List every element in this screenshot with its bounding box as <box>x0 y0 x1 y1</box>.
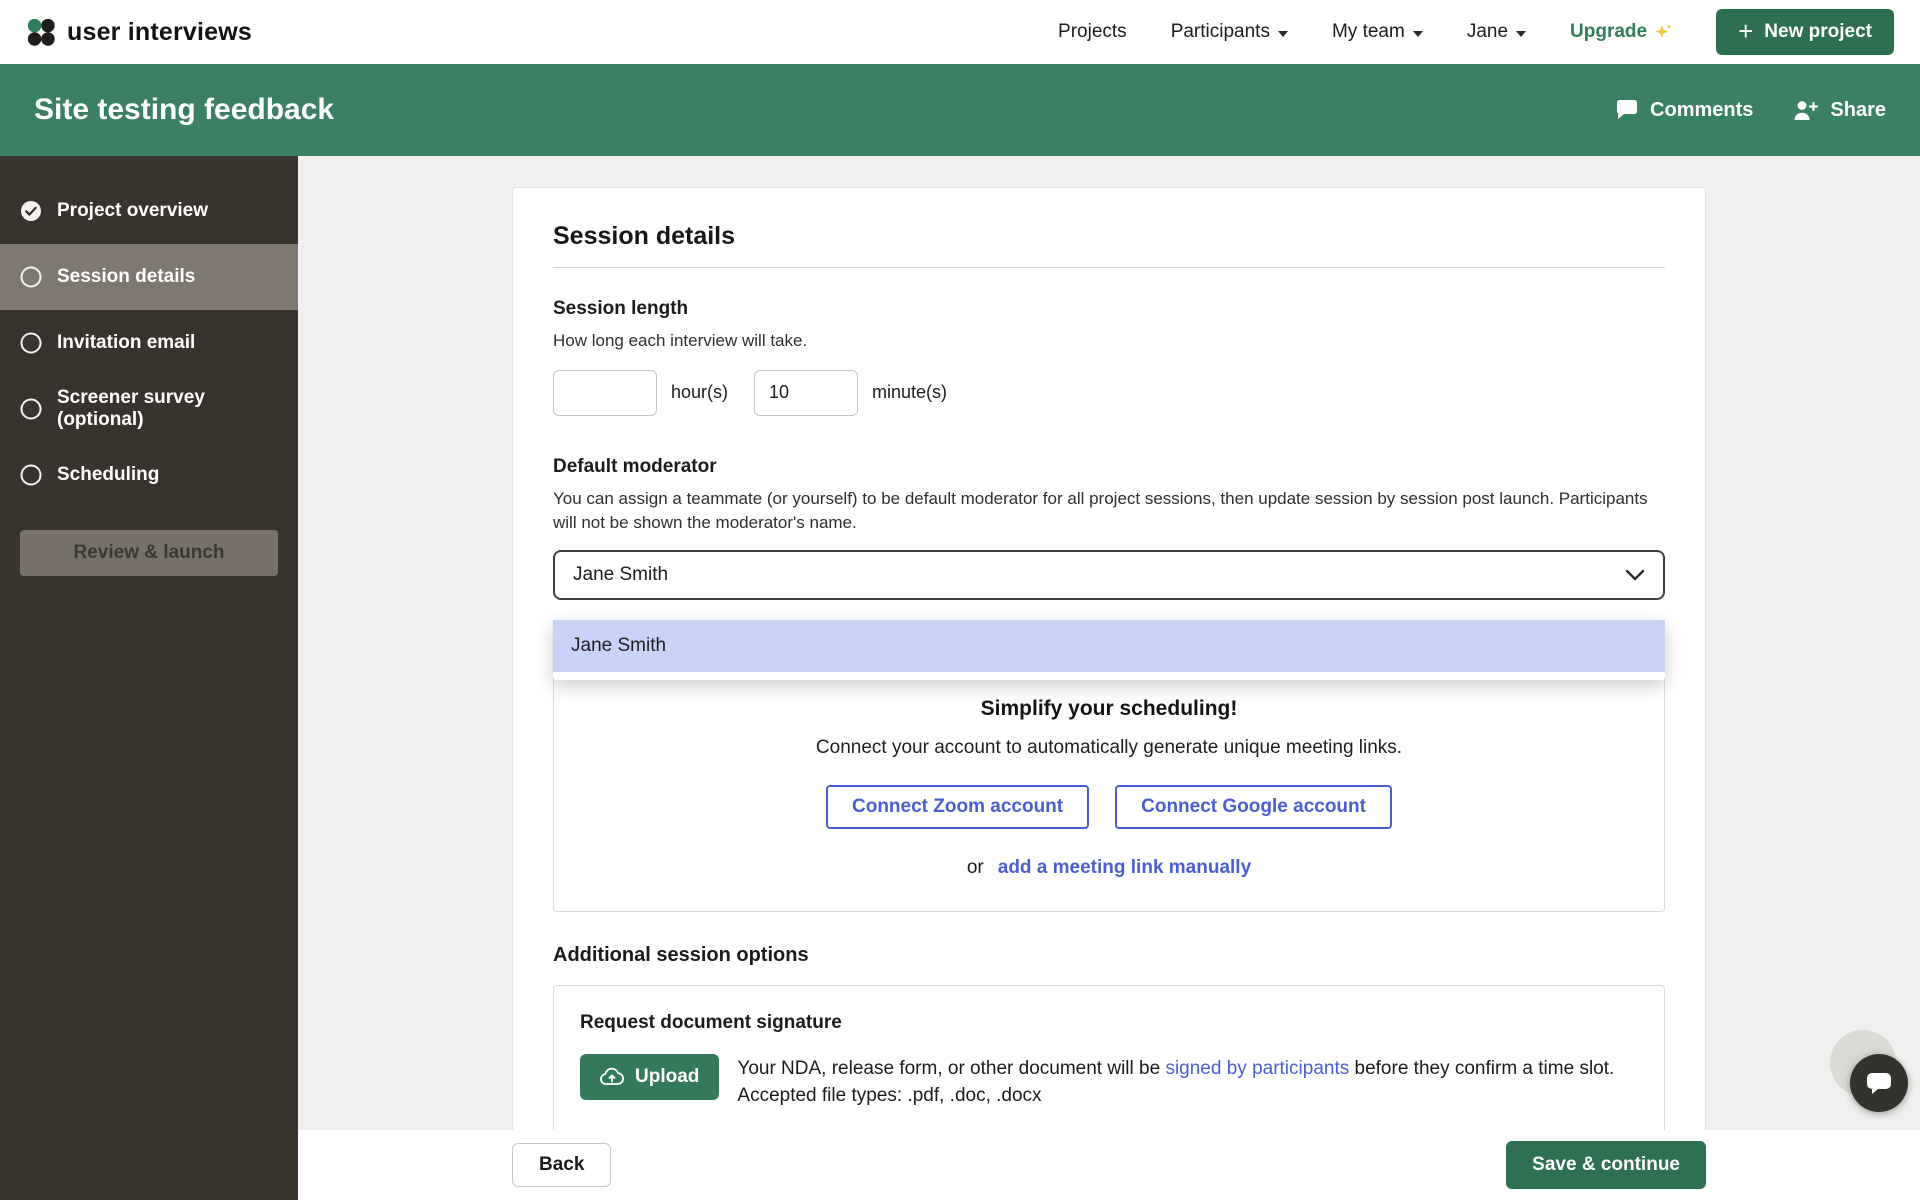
upload-cloud-icon <box>600 1067 624 1086</box>
wizard-sidebar: Project overview Session details Invitat… <box>0 156 298 1200</box>
step-complete-icon <box>20 200 42 222</box>
nav-my-team[interactable]: My team <box>1332 21 1423 43</box>
sidebar-item-label: Screener survey (optional) <box>57 387 278 431</box>
sidebar-item-label: Project overview <box>57 200 208 222</box>
new-project-label: New project <box>1764 21 1872 43</box>
scheduling-description: Connect your account to automatically ge… <box>578 737 1640 759</box>
doc-text-before: Your NDA, release form, or other documen… <box>737 1058 1165 1079</box>
main-content: Session details Session length How long … <box>298 156 1920 1200</box>
nav-projects-label: Projects <box>1058 21 1127 43</box>
upgrade-link[interactable]: Upgrade <box>1570 21 1672 43</box>
review-launch-button[interactable]: Review & launch <box>20 530 278 576</box>
comments-button[interactable]: Comments <box>1615 99 1753 122</box>
or-label: or <box>967 857 984 879</box>
default-moderator-label: Default moderator <box>553 456 1665 478</box>
page-title: Site testing feedback <box>34 93 334 127</box>
document-signature-title: Request document signature <box>580 1012 1638 1034</box>
chat-bubble-icon <box>1864 1070 1894 1096</box>
save-continue-button[interactable]: Save & continue <box>1506 1141 1706 1189</box>
session-length-description: How long each interview will take. <box>553 329 1665 354</box>
nav-projects[interactable]: Projects <box>1058 21 1127 43</box>
sidebar-item-label: Session details <box>57 266 195 288</box>
plus-icon: + <box>1738 18 1753 44</box>
nav-links: Projects Participants My team Jane Upgra… <box>1058 9 1894 55</box>
signed-by-participants-link[interactable]: signed by participants <box>1165 1058 1349 1079</box>
comments-label: Comments <box>1650 99 1753 122</box>
comments-icon <box>1615 99 1639 121</box>
upgrade-label: Upgrade <box>1570 21 1647 43</box>
chevron-down-icon <box>1413 31 1423 37</box>
additional-options-title: Additional session options <box>553 944 1665 967</box>
step-circle-icon <box>20 398 42 420</box>
sidebar-item-session-details[interactable]: Session details <box>0 244 298 310</box>
document-signature-row: Upload Your NDA, release form, or other … <box>580 1054 1638 1110</box>
moderator-select[interactable]: Jane Smith <box>553 550 1665 600</box>
session-details-card: Session details Session length How long … <box>512 187 1706 1184</box>
moderator-option-jane-smith[interactable]: Jane Smith <box>553 620 1665 672</box>
sidebar-item-screener-survey[interactable]: Screener survey (optional) <box>0 376 298 442</box>
minutes-unit-label: minute(s) <box>872 382 947 403</box>
chat-widget-button[interactable] <box>1850 1054 1908 1112</box>
share-person-add-icon <box>1793 99 1819 121</box>
new-project-button[interactable]: + New project <box>1716 9 1894 55</box>
moderator-dropdown: Jane Smith <box>553 620 1665 680</box>
sparkle-icon <box>1654 23 1672 41</box>
hours-input[interactable] <box>553 370 657 416</box>
minutes-input[interactable] <box>754 370 858 416</box>
default-moderator-description: You can assign a teammate (or yourself) … <box>553 487 1665 536</box>
brand-logo[interactable]: user interviews <box>26 17 252 47</box>
scheduling-title: Simplify your scheduling! <box>578 697 1640 721</box>
sidebar-item-label: Invitation email <box>57 332 195 354</box>
manual-meeting-link[interactable]: add a meeting link manually <box>998 857 1251 879</box>
upload-label: Upload <box>635 1066 699 1088</box>
moderator-selected-value: Jane Smith <box>573 564 668 586</box>
nav-participants[interactable]: Participants <box>1171 21 1288 43</box>
header-actions: Comments Share <box>1615 99 1886 122</box>
card-title: Session details <box>553 222 1665 251</box>
chevron-down-icon <box>1516 31 1526 37</box>
connect-google-button[interactable]: Connect Google account <box>1115 785 1392 829</box>
sidebar-item-invitation-email[interactable]: Invitation email <box>0 310 298 376</box>
nav-user-label: Jane <box>1467 21 1508 43</box>
sidebar-item-label: Scheduling <box>57 464 159 486</box>
document-signature-text: Your NDA, release form, or other documen… <box>737 1054 1638 1110</box>
brand-name: user interviews <box>67 18 252 47</box>
sidebar-item-scheduling[interactable]: Scheduling <box>0 442 298 508</box>
share-label: Share <box>1830 99 1886 122</box>
project-header: Site testing feedback Comments Share <box>0 64 1920 156</box>
scheduling-buttons: Connect Zoom account Connect Google acco… <box>578 785 1640 829</box>
hours-unit-label: hour(s) <box>671 382 728 403</box>
upload-button[interactable]: Upload <box>580 1054 719 1100</box>
step-circle-icon <box>20 332 42 354</box>
session-length-label: Session length <box>553 298 1665 320</box>
step-circle-icon <box>20 464 42 486</box>
document-signature-box: Request document signature Upload Your N… <box>553 985 1665 1141</box>
moderator-select-wrap: Jane Smith Jane Smith <box>553 550 1665 600</box>
chevron-down-icon <box>1625 569 1645 581</box>
sidebar-item-project-overview[interactable]: Project overview <box>0 178 298 244</box>
wizard-footer: Back Save & continue <box>298 1130 1920 1200</box>
manual-link-row: or add a meeting link manually <box>578 857 1640 879</box>
connect-zoom-button[interactable]: Connect Zoom account <box>826 785 1089 829</box>
session-length-inputs: hour(s) minute(s) <box>553 370 1665 416</box>
nav-user-menu[interactable]: Jane <box>1467 21 1526 43</box>
back-button[interactable]: Back <box>512 1143 611 1187</box>
top-navbar: user interviews Projects Participants My… <box>0 0 1920 64</box>
brand-mark-icon <box>26 17 56 47</box>
chevron-down-icon <box>1278 31 1288 37</box>
divider <box>553 267 1665 268</box>
share-button[interactable]: Share <box>1793 99 1886 122</box>
step-circle-icon <box>20 266 42 288</box>
nav-participants-label: Participants <box>1171 21 1270 43</box>
nav-my-team-label: My team <box>1332 21 1405 43</box>
